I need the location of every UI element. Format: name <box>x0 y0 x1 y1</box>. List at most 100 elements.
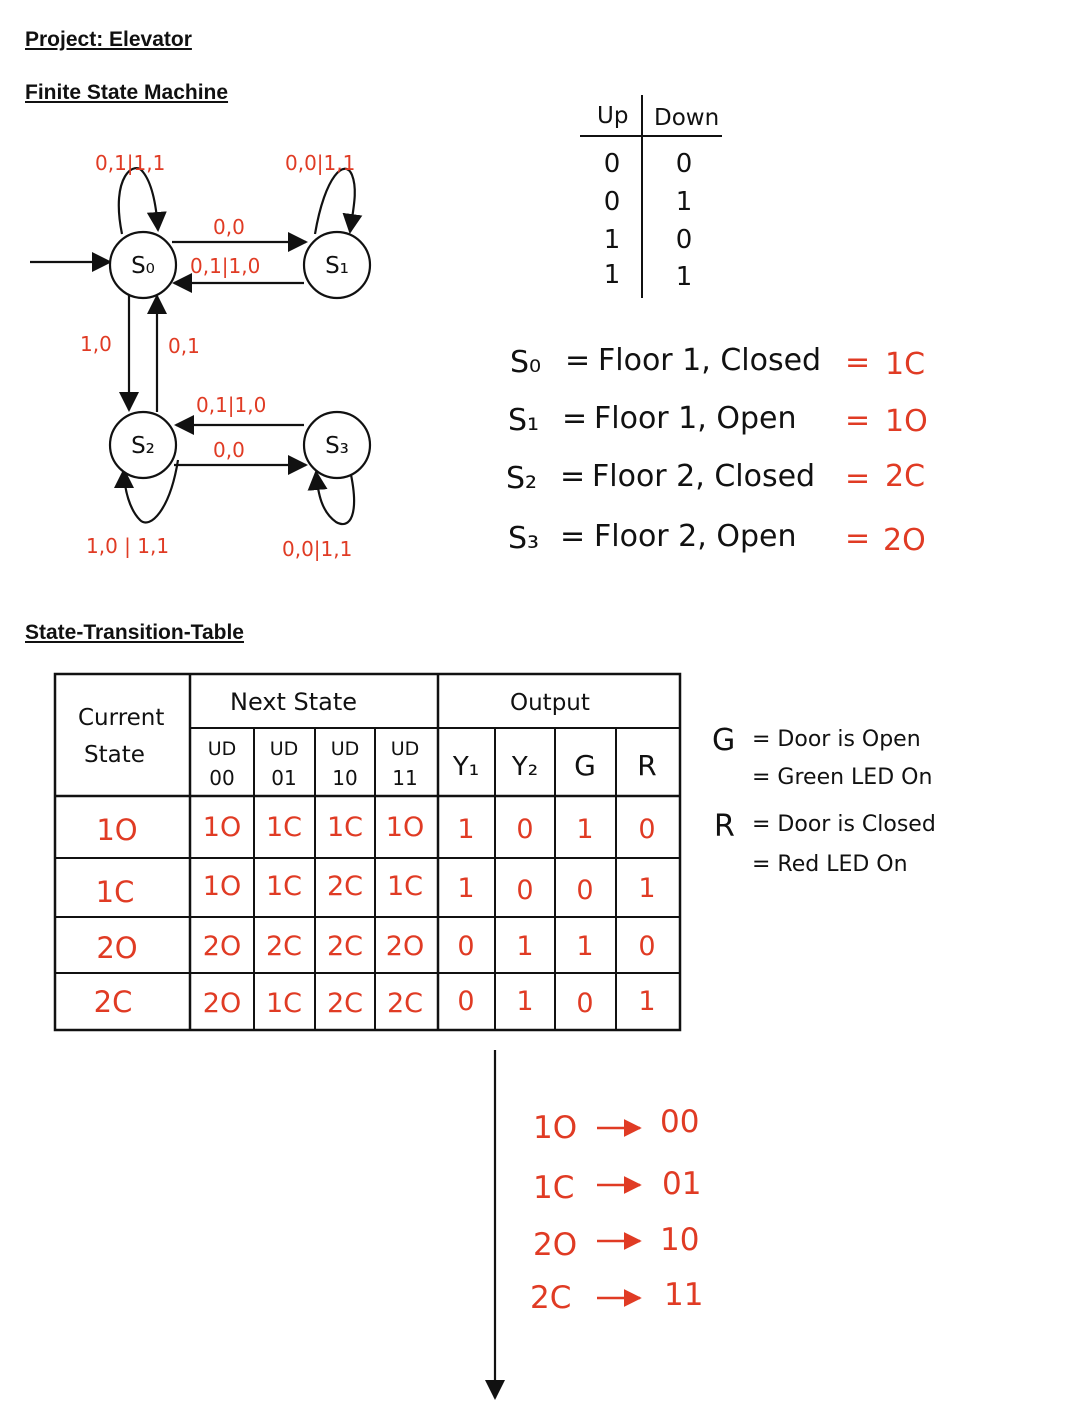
ud-label-2: UD <box>270 738 299 760</box>
encoding-map: 1O 00 1C 01 2O 10 2C 11 <box>530 1104 703 1316</box>
def-s0-eq: = <box>565 343 590 378</box>
self-loop-s1 <box>313 167 363 235</box>
row3-next-01: 2C <box>266 931 302 962</box>
encode-from-4: 2C <box>530 1280 571 1316</box>
elevator-diagram: S₀ S₁ S₂ S₃ 0,1|1,1 0,0|1,1 0,0 0,1|1,0 … <box>30 95 936 1400</box>
row1-y2: 0 <box>516 814 533 845</box>
row4-next-00: 2O <box>203 988 241 1019</box>
state-s2-label: S₂ <box>131 433 155 459</box>
row3-next-11: 2O <box>386 931 424 962</box>
label-s3-s2: 0,1|1,0 <box>196 393 266 417</box>
row4-next-01: 1C <box>266 988 302 1019</box>
row4-next-11: 2C <box>387 988 423 1019</box>
col-next-state: Next State <box>230 688 357 716</box>
def-s1-eq: = <box>562 401 587 436</box>
input-row-2-down: 1 <box>676 187 693 217</box>
row1-next-10: 1C <box>327 812 363 843</box>
encode-from-2: 1C <box>533 1170 574 1206</box>
ud-code-10: 10 <box>332 766 357 790</box>
ud-code-00: 00 <box>209 766 234 790</box>
col-current-line1: Current <box>78 705 164 731</box>
ud-label-3: UD <box>331 738 360 760</box>
def-s1-desc: Floor 1, Open <box>594 401 796 436</box>
ud-code-01: 01 <box>271 766 296 790</box>
row1-next-11: 1O <box>386 812 424 843</box>
legend-g-line1: = Door is Open <box>752 727 921 752</box>
def-s2-desc: Floor 2, Closed <box>592 459 815 494</box>
legend-r-line2: = Red LED On <box>752 852 908 877</box>
row4-current: 2C <box>94 985 133 1019</box>
input-table: Up Down 0 0 0 1 1 0 1 1 <box>580 95 722 298</box>
def-s2-code: 2C <box>885 459 925 494</box>
row4-y2: 1 <box>516 986 533 1017</box>
def-s0-code: 1C <box>885 347 925 382</box>
encode-to-3: 10 <box>660 1222 699 1258</box>
input-row-1-down: 0 <box>676 149 693 179</box>
row3-r: 0 <box>638 931 655 962</box>
legend-r-letter: R <box>714 809 735 844</box>
row4-g: 0 <box>576 988 593 1019</box>
row3-current: 2O <box>96 931 137 965</box>
ud-label-4: UD <box>391 738 420 760</box>
def-s3-state: S₃ <box>508 521 539 556</box>
row1-g: 1 <box>576 814 593 845</box>
row1-r: 0 <box>638 814 655 845</box>
header-up: Up <box>597 103 628 129</box>
fsm-transition-labels: 0,1|1,1 0,0|1,1 0,0 0,1|1,0 1,0 0,1 0,1|… <box>80 151 355 561</box>
col-g: G <box>574 749 596 782</box>
legend-r-line1: = Door is Closed <box>752 812 936 837</box>
col-r: R <box>637 749 656 782</box>
encode-to-1: 00 <box>660 1104 699 1140</box>
encode-from-3: 2O <box>533 1227 577 1263</box>
row3-y1: 0 <box>457 931 474 962</box>
def-s1-state: S₁ <box>508 403 539 438</box>
row2-r: 1 <box>638 873 655 904</box>
stt-header-text: Current State Next State Output UD UD UD… <box>78 688 657 790</box>
def-s3-desc: Floor 2, Open <box>594 519 796 554</box>
input-row-1-up: 0 <box>604 149 621 179</box>
def-s0-eq2: = <box>845 345 870 380</box>
row3-next-10: 2C <box>327 931 363 962</box>
input-row-4-down: 1 <box>676 262 693 292</box>
def-s3-eq: = <box>560 519 585 554</box>
def-s2-state: S₂ <box>506 461 537 496</box>
input-row-2-up: 0 <box>604 187 621 217</box>
row4-r: 1 <box>638 986 655 1017</box>
label-s2-s0: 0,1 <box>168 334 200 358</box>
def-s2-eq: = <box>560 459 585 494</box>
encode-from-1: 1O <box>533 1110 577 1146</box>
row3-y2: 1 <box>516 931 533 962</box>
label-s0-s1: 0,0 <box>213 215 245 239</box>
def-s1-code: 1O <box>885 404 928 439</box>
header-down: Down <box>654 105 719 131</box>
row2-y2: 0 <box>516 875 533 906</box>
self-loop-s0 <box>117 167 167 235</box>
encode-to-2: 01 <box>662 1166 701 1202</box>
label-s0-s2: 1,0 <box>80 332 112 356</box>
legend-g-line2: = Green LED On <box>752 765 932 790</box>
row2-next-10: 2C <box>327 871 363 902</box>
label-s1-s0: 0,1|1,0 <box>190 254 260 278</box>
row1-next-00: 1O <box>203 812 241 843</box>
row2-next-00: 1O <box>203 871 241 902</box>
col-y2: Y₂ <box>511 752 538 782</box>
col-y1: Y₁ <box>452 752 479 782</box>
row4-y1: 0 <box>457 986 474 1017</box>
state-s3-label: S₃ <box>325 433 349 459</box>
output-legend: G = Door is Open = Green LED On R = Door… <box>712 723 936 877</box>
label-s1-self: 0,0|1,1 <box>285 151 355 175</box>
def-s0-state: S₀ <box>510 345 541 380</box>
input-row-3-up: 1 <box>604 225 621 255</box>
input-row-4-up: 1 <box>604 260 621 290</box>
def-s2-eq2: = <box>845 461 870 496</box>
input-row-3-down: 0 <box>676 225 693 255</box>
row2-next-11: 1C <box>387 871 423 902</box>
row1-current: 1O <box>96 813 137 847</box>
state-s1-label: S₁ <box>325 253 349 279</box>
def-s3-code: 2O <box>883 523 926 558</box>
row2-g: 0 <box>576 875 593 906</box>
legend-g-letter: G <box>712 723 735 758</box>
row2-y1: 1 <box>457 873 474 904</box>
def-s3-eq2: = <box>845 521 870 556</box>
state-definitions: S₀ = Floor 1, Closed = 1C S₁ = Floor 1, … <box>506 343 928 558</box>
